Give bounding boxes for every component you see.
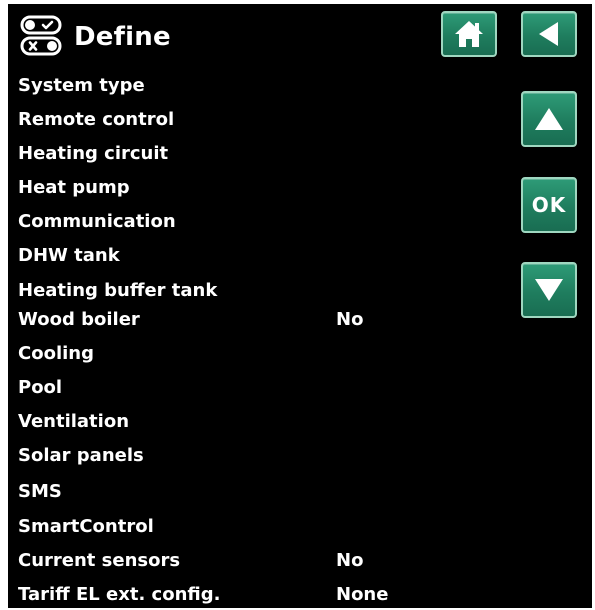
menu-item-heating-buffer-tank[interactable]: Heating buffer tank	[18, 276, 498, 306]
arrow-down-icon	[535, 279, 563, 301]
menu-item-cooling[interactable]: Cooling	[18, 339, 498, 369]
menu-item-label: SmartControl	[18, 516, 154, 537]
scroll-down-button[interactable]	[521, 262, 577, 318]
menu-item-ventilation[interactable]: Ventilation	[18, 407, 498, 437]
menu-item-value: No	[336, 309, 364, 330]
back-arrow-icon	[539, 22, 558, 46]
menu-item-label: Ventilation	[18, 411, 130, 432]
menu-item-tariff-el-ext-config[interactable]: Tariff EL ext. config. None	[18, 580, 498, 608]
menu-item-solar-panels[interactable]: Solar panels	[18, 441, 498, 471]
menu-item-label: Solar panels	[18, 445, 144, 466]
menu-item-label: Tariff EL ext. config.	[18, 584, 221, 605]
menu-item-current-sensors[interactable]: Current sensors No	[18, 546, 498, 576]
menu-item-heat-pump[interactable]: Heat pump	[18, 173, 498, 203]
menu-item-label: Cooling	[18, 343, 94, 364]
ok-button-label: OK	[531, 193, 567, 217]
menu-item-label: Heating buffer tank	[18, 280, 218, 301]
menu-item-label: Current sensors	[18, 550, 181, 571]
scroll-up-button[interactable]	[521, 91, 577, 147]
menu-item-label: DHW tank	[18, 245, 120, 266]
define-menu-list: System type Remote control Heating circu…	[18, 4, 508, 608]
menu-item-label: Communication	[18, 211, 176, 232]
menu-item-system-type[interactable]: System type	[18, 71, 498, 101]
menu-item-label: Heat pump	[18, 177, 130, 198]
ok-button[interactable]: OK	[521, 177, 577, 233]
menu-item-label: SMS	[18, 481, 62, 502]
menu-item-label: Remote control	[18, 109, 175, 130]
menu-item-pool[interactable]: Pool	[18, 373, 498, 403]
menu-item-label: Pool	[18, 377, 63, 398]
menu-item-sms[interactable]: SMS	[18, 477, 498, 507]
menu-item-wood-boiler[interactable]: Wood boiler No	[18, 305, 498, 335]
menu-item-label: Heating circuit	[18, 143, 169, 164]
menu-item-dhw-tank[interactable]: DHW tank	[18, 241, 498, 271]
menu-item-value: No	[336, 550, 364, 571]
arrow-up-icon	[535, 108, 563, 130]
define-screen: Define OK System type Remote control Hea…	[8, 4, 592, 608]
menu-item-label: Wood boiler	[18, 309, 140, 330]
back-button[interactable]	[521, 11, 577, 57]
menu-item-smartcontrol[interactable]: SmartControl	[18, 512, 498, 542]
menu-item-label: System type	[18, 75, 145, 96]
menu-item-communication[interactable]: Communication	[18, 207, 498, 237]
menu-item-value: None	[336, 584, 389, 605]
menu-item-heating-circuit[interactable]: Heating circuit	[18, 139, 498, 169]
menu-item-remote-control[interactable]: Remote control	[18, 105, 498, 135]
